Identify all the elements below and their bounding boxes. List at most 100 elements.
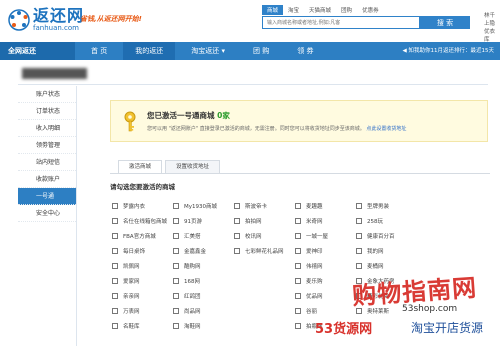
store-option[interactable]: 258玩 <box>356 213 416 228</box>
sidebar-item-income[interactable]: 收入明细 <box>18 120 76 137</box>
store-checkbox[interactable] <box>173 217 179 224</box>
store-checkbox[interactable] <box>112 247 118 254</box>
store-checkbox[interactable] <box>112 232 118 239</box>
nav-my-rebate[interactable]: 我的返还 <box>123 42 176 60</box>
store-checkbox[interactable] <box>295 292 301 299</box>
store-option[interactable]: 爱家网 <box>112 273 172 288</box>
store-checkbox[interactable] <box>173 322 179 329</box>
sidebar-item-order-status[interactable]: 订单状态 <box>18 103 76 120</box>
search-tab-tuangou[interactable]: 团购 <box>336 5 357 15</box>
tab-activate-mall[interactable]: 激活商城 <box>118 160 163 173</box>
store-checkbox[interactable] <box>356 232 362 239</box>
sidebar-item-payment-account[interactable]: 收款账户 <box>18 171 76 188</box>
tab-shipping-address[interactable]: 设置收货地址 <box>165 160 221 173</box>
sidebar-item-account-status[interactable]: 账户状态 <box>18 86 76 103</box>
store-checkbox[interactable] <box>112 292 118 299</box>
store-checkbox[interactable] <box>295 232 301 239</box>
store-option[interactable]: 米奇网 <box>295 213 355 228</box>
store-checkbox[interactable] <box>112 322 118 329</box>
store-checkbox[interactable] <box>295 277 301 284</box>
sidebar-item-coupons[interactable]: 领劵管理 <box>18 137 76 154</box>
store-checkbox[interactable] <box>295 247 301 254</box>
store-option[interactable]: 91页游 <box>173 213 233 228</box>
store-option[interactable]: 金嘉鑫金 <box>173 243 233 258</box>
store-checkbox[interactable] <box>173 232 179 239</box>
store-checkbox[interactable] <box>295 307 301 314</box>
store-option[interactable]: 校讯网 <box>234 228 294 243</box>
store-checkbox[interactable] <box>112 262 118 269</box>
store-checkbox[interactable] <box>295 202 301 209</box>
store-option[interactable]: 红鸽团 <box>173 288 233 303</box>
store-option[interactable]: 汇美搭 <box>173 228 233 243</box>
store-option[interactable]: 伟禧网 <box>295 258 355 273</box>
store-checkbox[interactable] <box>112 277 118 284</box>
search-input[interactable] <box>262 16 420 29</box>
store-option[interactable]: 亲亲网 <box>112 288 172 303</box>
search-button[interactable]: 搜 索 <box>420 16 470 29</box>
store-checkbox[interactable] <box>356 247 362 254</box>
store-option[interactable]: 凯佩网 <box>112 258 172 273</box>
store-checkbox[interactable] <box>295 217 301 224</box>
store-option[interactable]: 168网 <box>173 273 233 288</box>
store-option[interactable]: 酷购网 <box>173 258 233 273</box>
store-checkbox[interactable] <box>173 277 179 284</box>
store-checkbox[interactable] <box>173 247 179 254</box>
nav-coupon[interactable]: 领 券 <box>285 42 325 60</box>
nav-ranking-notice[interactable]: ◀ 知我助你11月返还排行：最近15天 <box>403 42 494 60</box>
store-option[interactable]: 淘鞋网 <box>173 318 233 333</box>
store-option[interactable]: 尚品网 <box>173 303 233 318</box>
store-option[interactable]: 麦桶网 <box>356 258 416 273</box>
search-tab-coupon[interactable]: 优惠券 <box>357 5 384 15</box>
store-option[interactable]: 名仕在线箱包商城 <box>112 213 172 228</box>
store-option[interactable]: 优品网 <box>295 288 355 303</box>
store-checkbox[interactable] <box>112 307 118 314</box>
logo[interactable]: 返还网 fanhuan.com <box>8 4 84 36</box>
store-checkbox[interactable] <box>234 247 240 254</box>
search-tab-tmall[interactable]: 天猫商城 <box>304 5 336 15</box>
store-option[interactable]: FBA官方商城 <box>112 228 172 243</box>
store-checkbox[interactable] <box>112 202 118 209</box>
store-checkbox[interactable] <box>173 292 179 299</box>
store-checkbox[interactable] <box>234 232 240 239</box>
nav-tuangou[interactable]: 团 购 <box>241 42 281 60</box>
store-checkbox[interactable] <box>295 322 301 329</box>
store-checkbox[interactable] <box>112 217 118 224</box>
store-checkbox[interactable] <box>356 202 362 209</box>
store-option[interactable]: 万表网 <box>112 303 172 318</box>
hot-word[interactable]: 林千上隐 <box>484 12 500 28</box>
store-checkbox[interactable] <box>173 262 179 269</box>
store-option[interactable]: 名鞋库 <box>112 318 172 333</box>
store-option[interactable]: 型牌男装 <box>356 198 416 213</box>
nav-home[interactable]: 首 页 <box>79 42 119 60</box>
store-label: 斯波帝卡 <box>245 203 268 210</box>
store-option[interactable]: My1930商城 <box>173 198 233 213</box>
store-checkbox[interactable] <box>295 262 301 269</box>
set-address-link[interactable]: 点此设置收货地址 <box>366 126 406 132</box>
store-checkbox[interactable] <box>234 217 240 224</box>
store-option[interactable]: 每日桌饰 <box>112 243 172 258</box>
store-option[interactable]: 谷丽 <box>295 303 355 318</box>
notice-title-text: 您已激活一号通商城 <box>147 111 215 120</box>
store-option[interactable]: 健康百分百 <box>356 228 416 243</box>
store-option[interactable]: 梦露内衣 <box>112 198 172 213</box>
sidebar-item-one-pass[interactable]: 一号通 <box>18 188 76 205</box>
search-tab-mall[interactable]: 商城 <box>262 5 284 15</box>
nav-taobao-rebate[interactable]: 淘宝返还 ▾ <box>179 42 237 60</box>
nav-all-rebate[interactable]: 全网返还 <box>0 42 75 60</box>
store-checkbox[interactable] <box>356 217 362 224</box>
store-option[interactable]: 麦乐购 <box>295 273 355 288</box>
sidebar-item-messages[interactable]: 站内短信 <box>18 154 76 171</box>
store-option[interactable]: 我的网 <box>356 243 416 258</box>
store-option[interactable]: 麦趣趣 <box>295 198 355 213</box>
store-option[interactable]: 一城一屋 <box>295 228 355 243</box>
store-option[interactable]: 七彩鲜花礼品网 <box>234 243 294 258</box>
store-checkbox[interactable] <box>356 262 362 269</box>
store-checkbox[interactable] <box>173 202 179 209</box>
sidebar-item-security[interactable]: 安全中心 <box>18 205 76 222</box>
store-checkbox[interactable] <box>173 307 179 314</box>
store-option[interactable]: 爱神印 <box>295 243 355 258</box>
store-checkbox[interactable] <box>234 202 240 209</box>
store-option[interactable]: 斯波帝卡 <box>234 198 294 213</box>
store-option[interactable]: 拍拍网 <box>234 213 294 228</box>
search-tab-taobao[interactable]: 淘宝 <box>283 5 304 15</box>
